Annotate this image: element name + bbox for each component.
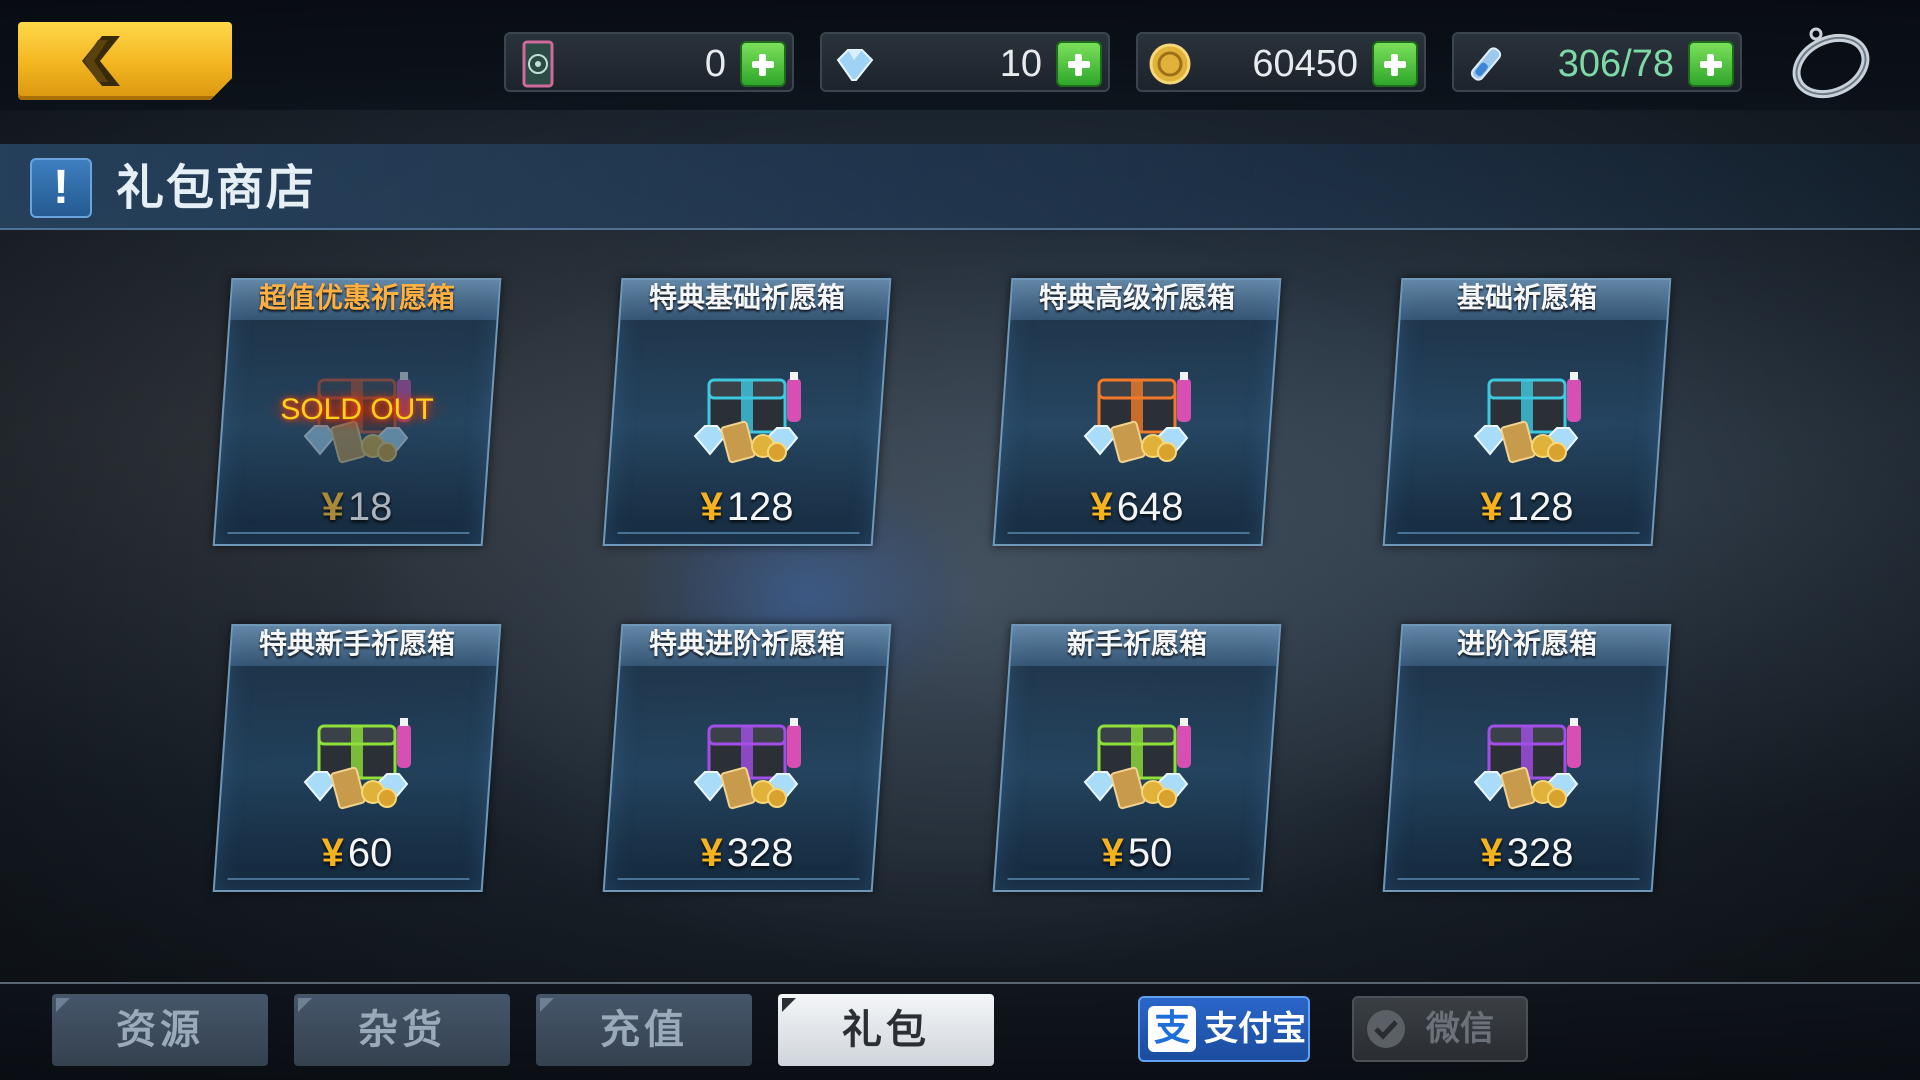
product-name: 进阶祈愿箱 <box>1456 627 1597 660</box>
product-card[interactable]: 特典新手祈愿箱 ¥60 <box>212 624 502 892</box>
add-gold-button[interactable] <box>1372 41 1418 87</box>
top-bar: 0 10 60450 306/78 <box>0 0 1920 110</box>
ring-settings-icon[interactable] <box>1786 20 1876 104</box>
stamina-value: 306/78 <box>1557 43 1674 85</box>
product-price: ¥60 <box>222 828 492 878</box>
exclamation-icon: ! <box>30 158 92 218</box>
product-name: 超值优惠祈愿箱 <box>258 281 455 314</box>
chevron-left-icon <box>82 36 120 86</box>
product-price: ¥328 <box>1392 828 1662 878</box>
product-price: ¥128 <box>612 482 882 532</box>
price-amount: 60 <box>347 831 393 875</box>
product-name: 特典基础祈愿箱 <box>648 281 845 314</box>
yen-symbol: ¥ <box>1480 485 1503 529</box>
price-amount: 50 <box>1127 831 1173 875</box>
add-card-ticket-button[interactable] <box>740 41 786 87</box>
price-amount: 128 <box>726 485 794 529</box>
diamond-icon <box>836 49 874 81</box>
currency-stamina: 306/78 <box>1452 32 1742 92</box>
price-amount: 648 <box>1116 485 1184 529</box>
yen-symbol: ¥ <box>1101 831 1124 875</box>
price-amount: 128 <box>1506 485 1574 529</box>
card-ticket-value: 0 <box>704 43 726 85</box>
product-price: ¥128 <box>1392 482 1662 532</box>
product-name: 特典新手祈愿箱 <box>258 627 455 660</box>
yen-symbol: ¥ <box>700 485 723 529</box>
product-price: ¥328 <box>612 828 882 878</box>
currency-diamond: 10 <box>820 32 1110 92</box>
alipay-button[interactable]: 支 支付宝 <box>1138 996 1310 1062</box>
product-price: ¥648 <box>1002 482 1272 532</box>
yen-symbol: ¥ <box>1480 831 1503 875</box>
add-stamina-button[interactable] <box>1688 41 1734 87</box>
product-card[interactable]: 基础祈愿箱 ¥128 <box>1382 278 1672 546</box>
alipay-label: 支付宝 <box>1204 1009 1306 1049</box>
product-card[interactable]: 特典基础祈愿箱 ¥128 <box>602 278 892 546</box>
yen-symbol: ¥ <box>321 831 344 875</box>
gold-coin-icon <box>1149 43 1191 85</box>
shop-title-bar: ! 礼包商店 <box>0 144 1920 230</box>
price-amount: 18 <box>347 485 393 529</box>
wechat-pay-button[interactable]: 微信 <box>1352 996 1528 1062</box>
tab-resources[interactable]: 资源 <box>52 994 268 1066</box>
wish-box-icon <box>1473 718 1581 810</box>
gold-value: 60450 <box>1252 43 1358 85</box>
price-amount: 328 <box>1506 831 1574 875</box>
product-price: ¥18 <box>222 482 492 532</box>
tab-recharge[interactable]: 充值 <box>536 994 752 1066</box>
page-title: 礼包商店 <box>116 160 317 216</box>
product-name: 特典高级祈愿箱 <box>1038 281 1235 314</box>
product-card[interactable]: 特典进阶祈愿箱 ¥328 <box>602 624 892 892</box>
yen-symbol: ¥ <box>321 485 344 529</box>
back-button[interactable] <box>18 22 232 100</box>
wechat-label: 微信 <box>1426 1009 1494 1049</box>
currency-card-ticket: 0 <box>504 32 794 92</box>
price-amount: 328 <box>726 831 794 875</box>
wish-box-icon <box>1083 718 1191 810</box>
bottom-tab-bar: 资源 杂货 充值 礼包 支 支付宝 微信 <box>0 982 1920 1080</box>
tab-sundries[interactable]: 杂货 <box>294 994 510 1066</box>
wish-box-icon <box>693 372 801 464</box>
alipay-icon: 支 <box>1148 1006 1196 1052</box>
wechat-icon <box>1367 1010 1405 1048</box>
wish-box-icon <box>693 718 801 810</box>
yen-symbol: ¥ <box>1090 485 1113 529</box>
add-diamond-button[interactable] <box>1056 41 1102 87</box>
product-card[interactable]: 超值优惠祈愿箱 SOLD OUT ¥18 <box>212 278 502 546</box>
product-name: 基础祈愿箱 <box>1456 281 1597 314</box>
wish-box-icon <box>303 718 411 810</box>
wish-box-icon <box>1083 372 1191 464</box>
product-card[interactable]: 新手祈愿箱 ¥50 <box>992 624 1282 892</box>
ticket-card-icon <box>522 40 554 88</box>
currency-gold: 60450 <box>1136 32 1426 92</box>
sold-out-badge: SOLD OUT <box>262 388 452 432</box>
product-price: ¥50 <box>1002 828 1272 878</box>
wish-box-icon <box>1473 372 1581 464</box>
tab-gift-pack[interactable]: 礼包 <box>778 994 994 1066</box>
product-name: 特典进阶祈愿箱 <box>648 627 845 660</box>
yen-symbol: ¥ <box>700 831 723 875</box>
product-card[interactable]: 特典高级祈愿箱 ¥648 <box>992 278 1282 546</box>
diamond-value: 10 <box>999 43 1042 85</box>
product-card[interactable]: 进阶祈愿箱 ¥328 <box>1382 624 1672 892</box>
energy-vial-icon <box>1470 47 1502 81</box>
product-name: 新手祈愿箱 <box>1066 627 1207 660</box>
